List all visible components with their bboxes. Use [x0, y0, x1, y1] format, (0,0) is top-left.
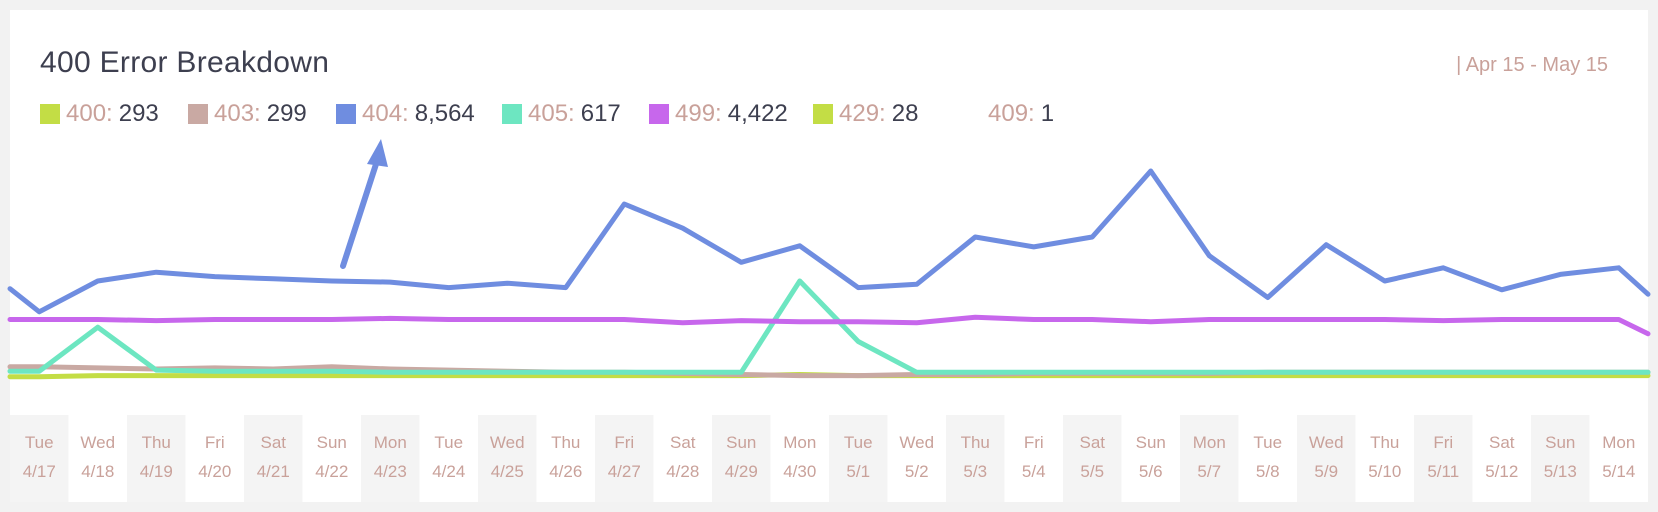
x-tick-day: Thu: [961, 433, 990, 452]
x-tick-date: 5/3: [963, 462, 987, 481]
x-tick-day: Sat: [1489, 433, 1515, 452]
x-tick-date: 5/1: [846, 462, 870, 481]
x-tick-date: 5/4: [1022, 462, 1046, 481]
x-tick-day: Mon: [374, 433, 407, 452]
axis-band: [361, 415, 420, 502]
x-tick-date: 4/27: [608, 462, 641, 481]
x-tick-day: Tue: [844, 433, 873, 452]
axis-band: [1531, 415, 1590, 502]
x-tick-date: 4/30: [783, 462, 816, 481]
x-tick-day: Thu: [142, 433, 171, 452]
x-tick-date: 5/12: [1485, 462, 1518, 481]
axis-band: [595, 415, 654, 502]
axis-band: [1180, 415, 1239, 502]
x-tick-date: 4/26: [549, 462, 582, 481]
axis-band: [127, 415, 186, 502]
x-tick-day: Tue: [434, 433, 463, 452]
x-tick-date: 4/19: [140, 462, 173, 481]
axis-band: [1414, 415, 1473, 502]
axis-band: [244, 415, 303, 502]
x-tick-date: 5/5: [1080, 462, 1104, 481]
x-tick-day: Wed: [490, 433, 525, 452]
x-tick-date: 4/23: [374, 462, 407, 481]
x-tick-date: 4/24: [432, 462, 465, 481]
x-tick-day: Fri: [1433, 433, 1453, 452]
x-tick-day: Mon: [1602, 433, 1635, 452]
x-tick-date: 4/18: [81, 462, 114, 481]
x-tick-day: Tue: [25, 433, 54, 452]
x-tick-date: 5/8: [1256, 462, 1280, 481]
axis-band: [946, 415, 1005, 502]
x-tick-date: 4/28: [666, 462, 699, 481]
x-tick-day: Sun: [726, 433, 756, 452]
axis-band: [829, 415, 888, 502]
x-tick-date: 5/14: [1602, 462, 1635, 481]
series-line-404[interactable]: [7, 168, 1651, 315]
x-tick-day: Wed: [899, 433, 934, 452]
x-tick-day: Sat: [1079, 433, 1105, 452]
x-tick-day: Thu: [1370, 433, 1399, 452]
annotation-arrow: [340, 139, 388, 269]
x-tick-date: 4/20: [198, 462, 231, 481]
x-tick-day: Sun: [1545, 433, 1575, 452]
x-tick-day: Tue: [1253, 433, 1282, 452]
x-tick-day: Thu: [551, 433, 580, 452]
x-tick-date: 4/17: [23, 462, 56, 481]
x-tick-date: 4/21: [257, 462, 290, 481]
x-tick-date: 5/2: [905, 462, 929, 481]
x-tick-day: Fri: [1024, 433, 1044, 452]
x-tick-day: Wed: [80, 433, 115, 452]
axis-band: [1063, 415, 1122, 502]
x-tick-day: Sun: [317, 433, 347, 452]
series-line-499[interactable]: [7, 314, 1651, 337]
x-tick-date: 4/25: [491, 462, 524, 481]
x-tick-day: Sun: [1136, 433, 1166, 452]
x-tick-day: Sat: [670, 433, 696, 452]
x-tick-day: Fri: [205, 433, 225, 452]
x-tick-day: Sat: [260, 433, 286, 452]
axis-band: [10, 415, 69, 502]
x-tick-day: Wed: [1309, 433, 1344, 452]
x-tick-date: 5/9: [1314, 462, 1338, 481]
x-tick-date: 5/11: [1427, 462, 1459, 481]
axis-band: [1297, 415, 1356, 502]
x-tick-date: 5/7: [1197, 462, 1221, 481]
x-tick-date: 5/10: [1368, 462, 1401, 481]
axis-band: [712, 415, 771, 502]
x-tick-day: Mon: [1193, 433, 1226, 452]
x-tick-date: 4/22: [315, 462, 348, 481]
x-tick-date: 5/6: [1139, 462, 1163, 481]
x-tick-day: Mon: [783, 433, 816, 452]
x-tick-date: 5/13: [1544, 462, 1577, 481]
x-tick-day: Fri: [614, 433, 634, 452]
line-chart: Tue 4/17 Wed 4/18 Thu 4/19 Fri 4/20 Sat 4/21 Sun 4/…: [7, 139, 1651, 502]
axis-band: [478, 415, 537, 502]
series-line-405[interactable]: [7, 278, 1651, 375]
x-tick-date: 4/29: [725, 462, 758, 481]
